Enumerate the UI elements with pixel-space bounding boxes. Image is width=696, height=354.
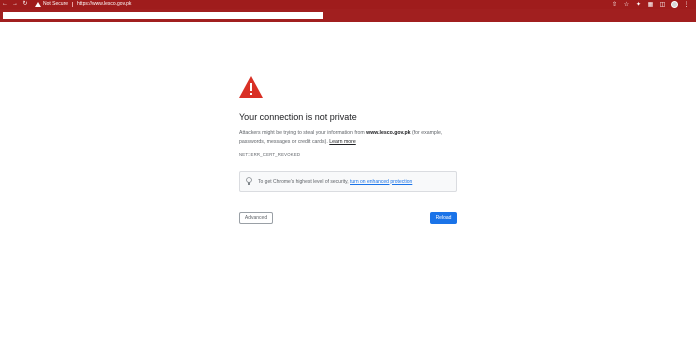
- address-bar-url[interactable]: https://www.lesco.gov.pk: [77, 0, 131, 9]
- toolbar-actions: ⇧ ☆ ✦ ▦ ◫ ⋮: [611, 0, 690, 9]
- share-icon[interactable]: ⇧: [611, 1, 618, 8]
- bookmarks-bar: [0, 9, 696, 22]
- forward-icon[interactable]: →: [10, 0, 20, 9]
- domain-name: www.lesco.gov.pk: [366, 130, 411, 136]
- warning-icon[interactable]: [34, 0, 42, 9]
- reload-button[interactable]: Reload: [430, 212, 457, 224]
- extension-icon[interactable]: ▦: [647, 1, 654, 8]
- page-title: Your connection is not private: [239, 112, 357, 122]
- tip-prefix: To get Chrome's highest level of securit…: [258, 178, 351, 185]
- advanced-button[interactable]: Advanced: [239, 212, 273, 224]
- browser-toolbar: ← → ↻ Not Secure https://www.lesco.gov.p…: [0, 0, 696, 9]
- enhanced-protection-link[interactable]: turn on enhanced protection: [350, 179, 412, 185]
- bookmark-star-icon[interactable]: ☆: [623, 1, 630, 8]
- error-code: NET::ERR_CERT_REVOKED: [239, 152, 301, 157]
- back-icon[interactable]: ←: [0, 0, 10, 9]
- url-divider: [72, 2, 74, 7]
- explanation-text: Attackers might be trying to steal your …: [239, 129, 454, 147]
- side-panel-icon[interactable]: ◫: [659, 1, 666, 8]
- reload-icon[interactable]: ↻: [20, 0, 30, 9]
- security-tip-text: To get Chrome's highest level of securit…: [258, 179, 412, 185]
- warning-triangle-icon: [239, 76, 263, 98]
- bookmarks-field[interactable]: [3, 12, 323, 19]
- profile-avatar[interactable]: [671, 1, 678, 8]
- security-tip-box: To get Chrome's highest level of securit…: [239, 171, 457, 192]
- extensions-icon[interactable]: ✦: [635, 1, 642, 8]
- explanation-part1: Attackers might be trying to steal your …: [239, 130, 367, 136]
- menu-icon[interactable]: ⋮: [683, 1, 690, 8]
- learn-more-link[interactable]: Learn more: [329, 139, 356, 145]
- not-secure-label[interactable]: Not Secure: [43, 0, 68, 9]
- lightbulb-icon: [245, 177, 253, 187]
